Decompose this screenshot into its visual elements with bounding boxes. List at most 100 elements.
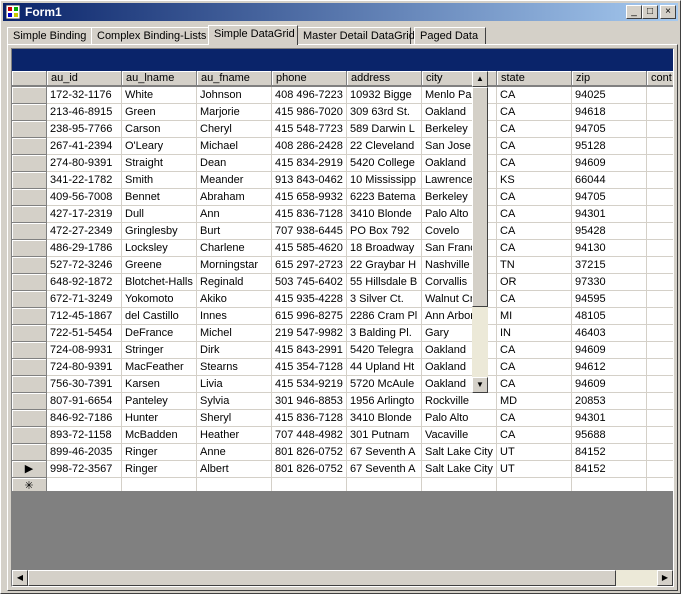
cell-phone[interactable]: 707 448-4982 — [272, 427, 347, 444]
cell-fname[interactable]: Dean — [197, 155, 272, 172]
cell-cont[interactable] — [647, 172, 673, 189]
cell-id[interactable]: 998-72-3567 — [47, 461, 122, 478]
cell-phone[interactable]: 415 986-7020 — [272, 104, 347, 121]
row-header[interactable] — [12, 155, 47, 172]
table-row[interactable]: 807-91-6654 Panteley Sylvia 301 946-8853 195… — [12, 393, 673, 410]
cell-state[interactable]: CA — [497, 359, 572, 376]
cell-address[interactable]: 22 Graybar H — [347, 257, 422, 274]
cell-fname[interactable]: Burt — [197, 223, 272, 240]
table-row[interactable]: 648-92-1872 Blotchet-Halls Reginald 503 745… — [12, 274, 673, 291]
cell-state[interactable]: OR — [497, 274, 572, 291]
cell-cont[interactable] — [647, 410, 673, 427]
cell-fname[interactable]: Abraham — [197, 189, 272, 206]
cell-id[interactable]: 213-46-8915 — [47, 104, 122, 121]
row-header[interactable] — [12, 308, 47, 325]
cell-phone[interactable]: 415 548-7723 — [272, 121, 347, 138]
cell-id[interactable]: 341-22-1782 — [47, 172, 122, 189]
cell-address[interactable]: 10932 Bigge — [347, 87, 422, 104]
cell-fname[interactable]: Cheryl — [197, 121, 272, 138]
cell-lname[interactable]: Dull — [122, 206, 197, 223]
cell-cont[interactable] — [647, 87, 673, 104]
cell-lname[interactable] — [122, 478, 197, 491]
cell-id[interactable]: 893-72-1158 — [47, 427, 122, 444]
cell-id[interactable]: 722-51-5454 — [47, 325, 122, 342]
cell-state[interactable]: CA — [497, 376, 572, 393]
cell-fname[interactable]: Akiko — [197, 291, 272, 308]
close-button[interactable]: × — [660, 5, 676, 19]
cell-lname[interactable]: Ringer — [122, 444, 197, 461]
cell-address[interactable]: 6223 Batema — [347, 189, 422, 206]
cell-phone[interactable]: 801 826-0752 — [272, 444, 347, 461]
cell-phone[interactable]: 408 496-7223 — [272, 87, 347, 104]
scroll-up-button[interactable]: ▲ — [472, 71, 488, 87]
cell-address[interactable]: 3 Silver Ct. — [347, 291, 422, 308]
cell-phone[interactable]: 415 658-9932 — [272, 189, 347, 206]
cell-cont[interactable] — [647, 308, 673, 325]
cell-zip[interactable]: 66044 — [572, 172, 647, 189]
cell-phone[interactable]: 415 834-2919 — [272, 155, 347, 172]
cell-lname[interactable]: Blotchet-Halls — [122, 274, 197, 291]
cell-address[interactable]: 22 Cleveland — [347, 138, 422, 155]
cell-cont[interactable] — [647, 240, 673, 257]
cell-state[interactable] — [497, 478, 572, 491]
row-header[interactable] — [12, 172, 47, 189]
row-header[interactable] — [12, 393, 47, 410]
row-header[interactable] — [12, 342, 47, 359]
cell-address[interactable]: 67 Seventh A — [347, 461, 422, 478]
cell-phone[interactable]: 615 996-8275 — [272, 308, 347, 325]
cell-cont[interactable] — [647, 121, 673, 138]
cell-phone[interactable]: 219 547-9982 — [272, 325, 347, 342]
cell-id[interactable]: 648-92-1872 — [47, 274, 122, 291]
cell-state[interactable]: CA — [497, 138, 572, 155]
cell-phone[interactable]: 301 946-8853 — [272, 393, 347, 410]
cell-id[interactable]: 712-45-1867 — [47, 308, 122, 325]
table-row[interactable]: 527-72-3246 Greene Morningstar 615 297-2723… — [12, 257, 673, 274]
new-row-marker[interactable]: ✳ — [12, 478, 47, 491]
cell-id[interactable]: 807-91-6654 — [47, 393, 122, 410]
row-header[interactable] — [12, 189, 47, 206]
table-row[interactable]: 712-45-1867 del Castillo Innes 615 996-8275… — [12, 308, 673, 325]
cell-fname[interactable]: Reginald — [197, 274, 272, 291]
cell-city[interactable]: Salt Lake City — [422, 444, 497, 461]
cell-id[interactable]: 409-56-7008 — [47, 189, 122, 206]
cell-id[interactable]: 724-08-9931 — [47, 342, 122, 359]
cell-lname[interactable]: Carson — [122, 121, 197, 138]
horizontal-scrollbar[interactable]: ◀ ▶ — [12, 570, 673, 586]
cell-fname[interactable]: Michel — [197, 325, 272, 342]
cell-id[interactable]: 238-95-7766 — [47, 121, 122, 138]
table-row[interactable]: 472-27-2349 Gringlesby Burt 707 938-6445 PO … — [12, 223, 673, 240]
table-row[interactable]: 409-56-7008 Bennet Abraham 415 658-9932 6223… — [12, 189, 673, 206]
tab-complex-binding-lists[interactable]: Complex Binding-Lists — [91, 27, 211, 45]
cell-cont[interactable] — [647, 155, 673, 172]
cell-lname[interactable]: Stringer — [122, 342, 197, 359]
row-header[interactable] — [12, 291, 47, 308]
row-header[interactable] — [12, 359, 47, 376]
cell-id[interactable]: 846-92-7186 — [47, 410, 122, 427]
cell-state[interactable]: MI — [497, 308, 572, 325]
cell-address[interactable]: 589 Darwin L — [347, 121, 422, 138]
tab-simple-datagrid[interactable]: Simple DataGrid — [208, 25, 298, 45]
cell-fname[interactable]: Sheryl — [197, 410, 272, 427]
cell-state[interactable]: CA — [497, 155, 572, 172]
cell-lname[interactable]: Smith — [122, 172, 197, 189]
cell-id[interactable]: 756-30-7391 — [47, 376, 122, 393]
cell-cont[interactable] — [647, 138, 673, 155]
cell-address[interactable]: 3410 Blonde — [347, 410, 422, 427]
horizontal-scroll-thumb[interactable] — [28, 570, 616, 586]
cell-zip[interactable]: 94025 — [572, 87, 647, 104]
cell-cont[interactable] — [647, 223, 673, 240]
cell-city[interactable]: Vacaville — [422, 427, 497, 444]
column-header-phone[interactable]: phone — [272, 71, 347, 86]
cell-fname[interactable]: Morningstar — [197, 257, 272, 274]
cell-id[interactable]: 672-71-3249 — [47, 291, 122, 308]
cell-zip[interactable]: 94612 — [572, 359, 647, 376]
cell-phone[interactable]: 415 836-7128 — [272, 206, 347, 223]
cell-state[interactable]: CA — [497, 427, 572, 444]
cell-state[interactable]: CA — [497, 206, 572, 223]
title-bar[interactable]: Form1 _ □ × — [3, 3, 678, 21]
cell-city[interactable] — [422, 478, 497, 491]
vertical-scroll-thumb[interactable] — [472, 87, 488, 307]
tab-simple-binding[interactable]: Simple Binding — [7, 27, 93, 45]
table-row[interactable]: 427-17-2319 Dull Ann 415 836-7128 3410 Blond… — [12, 206, 673, 223]
row-header[interactable] — [12, 87, 47, 104]
